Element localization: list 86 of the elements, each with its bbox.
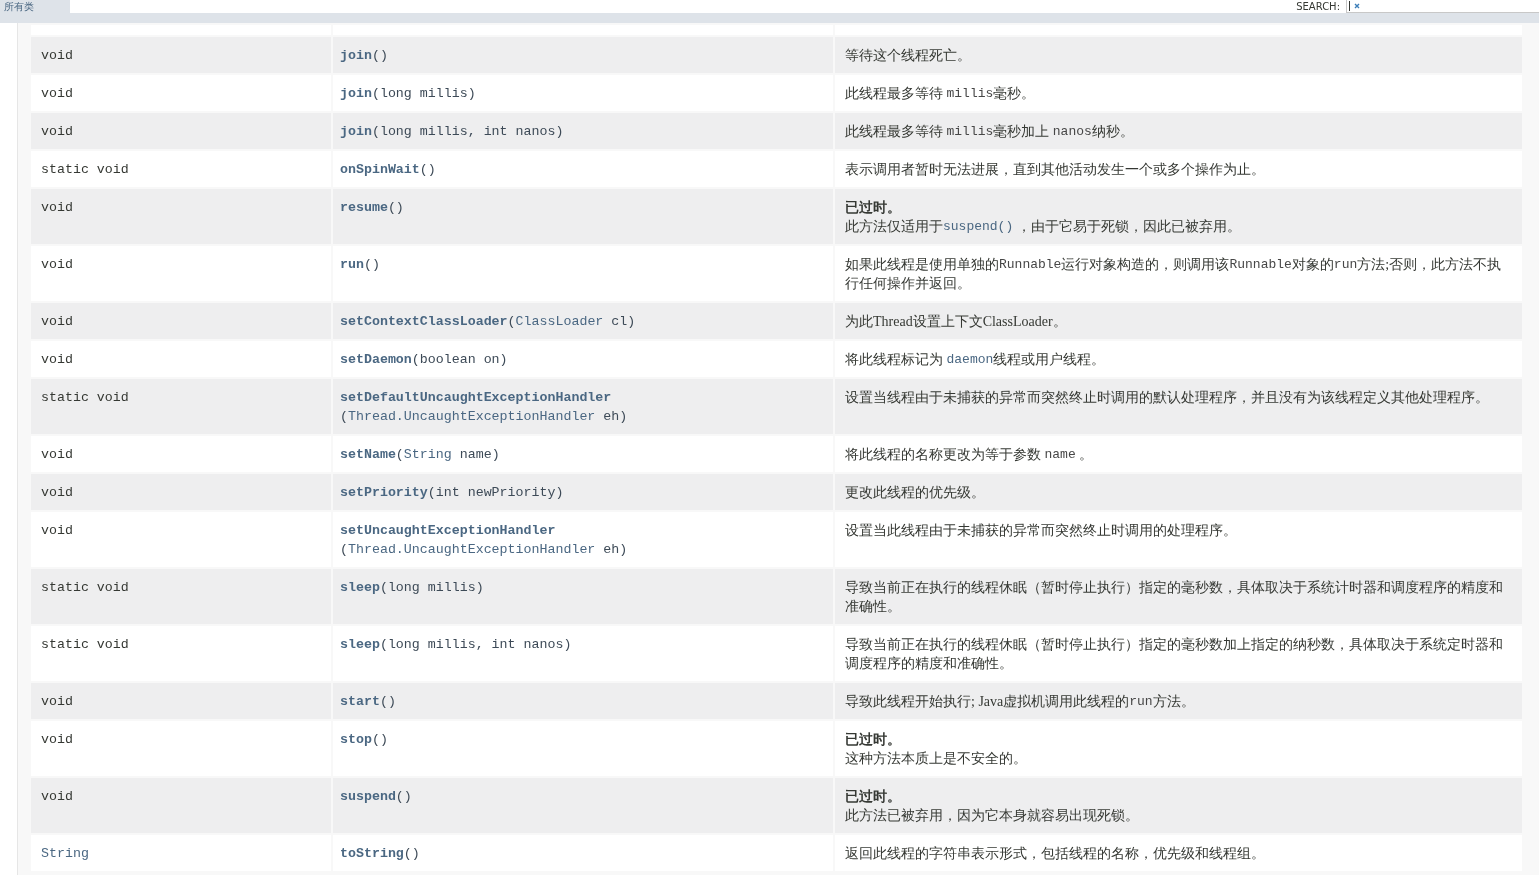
method-description: 更改此线程的优先级。 [845, 484, 986, 502]
method-description: 将此线程的名称更改为等于参数 name 。 [845, 446, 1095, 464]
deprecated-label: 已过时。 [845, 731, 902, 749]
description-link[interactable]: daemon [946, 352, 994, 367]
return-type: void [41, 200, 73, 215]
method-description: 导致此线程开始执行; Java虚拟机调用此线程的 run方法。 [845, 693, 1196, 711]
method-link[interactable]: suspend [340, 789, 396, 804]
method-description: 导致当前正在执行的线程休眠（暂时停止执行）指定的毫秒数，具体取决于系统计时器和调度程序的精度和准确性。 [845, 579, 1504, 616]
return-type: void [41, 86, 73, 101]
method-description: 此方法已被弃用，因为它本身就容易出现死锁。 [845, 807, 1140, 825]
method-link[interactable]: onSpinWait [340, 162, 420, 177]
return-type: void [41, 732, 73, 747]
method-description: 此线程最多等待 millis毫秒。 [845, 85, 1037, 103]
method-link[interactable]: toString [340, 846, 404, 861]
method-parameters: (String name) [395, 446, 500, 464]
method-parameters: (long millis, int nanos) [379, 636, 572, 654]
method-parameters: (long millis) [371, 85, 476, 103]
method-link[interactable]: setDefaultUncaughtExceptionHandler [340, 390, 612, 405]
return-type-link[interactable]: String [41, 846, 89, 861]
method-parameters: (long millis) [379, 579, 484, 597]
method-parameters: () [419, 161, 436, 179]
return-type: void [41, 447, 73, 462]
type-link[interactable]: String [403, 447, 452, 462]
method-description: 表示调用者暂时无法进展，直到其他活动发生一个或多个操作为止。 [845, 161, 1266, 179]
return-type: void [41, 124, 73, 139]
return-type: void [41, 523, 73, 538]
deprecated-label: 已过时。 [845, 199, 902, 217]
type-link[interactable]: Thread.UncaughtExceptionHandler [348, 409, 596, 424]
method-parameters: (ClassLoader cl) [507, 313, 636, 331]
return-type: static void [41, 580, 129, 595]
type-link[interactable]: Thread.UncaughtExceptionHandler [348, 542, 596, 557]
return-type: static void [41, 390, 129, 405]
method-parameters: () [371, 47, 388, 65]
method-parameters: () [395, 788, 412, 806]
method-description: 设置当此线程由于未捕获的异常而突然终止时调用的处理程序。 [845, 522, 1238, 540]
search-field[interactable] [1346, 0, 1539, 13]
method-description: 此线程最多等待 millis毫秒加上 nanos纳秒。 [845, 123, 1135, 141]
method-parameters: (Thread.UncaughtExceptionHandler eh) [340, 541, 628, 559]
method-parameters: (int newPriority) [427, 484, 564, 502]
return-type: static void [41, 162, 129, 177]
return-type: void [41, 314, 73, 329]
method-link[interactable]: join [340, 48, 372, 63]
method-link[interactable]: join [340, 86, 372, 101]
text-caret [1349, 1, 1350, 11]
clear-icon[interactable] [1354, 3, 1360, 9]
method-link[interactable]: setContextClassLoader [340, 314, 508, 329]
return-type: static void [41, 637, 129, 652]
method-description: 导致当前正在执行的线程休眠（暂时停止执行）指定的毫秒数加上指定的纳秒数，具体取决于系统定时器和调度程序的精度和准确性。 [845, 636, 1504, 673]
method-parameters: () [403, 845, 420, 863]
method-description: 将此线程标记为 daemon线程或用户线程。 [845, 351, 1107, 369]
method-parameters: () [387, 199, 404, 217]
method-description: 此方法仅适用于suspend() ，由于它易于死锁，因此已被弃用。 [845, 218, 1242, 236]
method-description: 这种方法本质上是不安全的。 [845, 750, 1028, 768]
return-type: void [41, 694, 73, 709]
method-description: 设置当线程由于未捕获的异常而突然终止时调用的默认处理程序，并且没有为该线程定义其他处理程序。 [845, 389, 1490, 407]
method-description: 为此Thread设置上下文ClassLoader。 [845, 313, 1068, 331]
return-type: void [41, 352, 73, 367]
return-type: void [41, 48, 73, 63]
method-parameters: () [363, 256, 380, 274]
description-link[interactable]: suspend() [943, 219, 1014, 234]
method-description: 等待这个线程死亡。 [845, 47, 972, 65]
return-type: void [41, 789, 73, 804]
type-link[interactable]: ClassLoader [515, 314, 604, 329]
method-parameters: () [371, 731, 388, 749]
method-link[interactable]: join [340, 124, 372, 139]
method-link[interactable]: sleep [340, 637, 380, 652]
deprecated-label: 已过时。 [845, 788, 902, 806]
method-description: 返回此线程的字符串表示形式，包括线程的名称，优先级和线程组。 [845, 845, 1266, 863]
method-parameters: (long millis, int nanos) [371, 123, 564, 141]
method-parameters: (boolean on) [411, 351, 508, 369]
all-classes-link[interactable]: 所有类 [0, 0, 70, 13]
method-parameters: (Thread.UncaughtExceptionHandler eh) [340, 408, 628, 426]
method-link[interactable]: setPriority [340, 485, 428, 500]
method-description: 如果此线程是使用单独的Runnable运行对象构造的，则调用该Runnable对象的run方法;否则，此方法不执行任何操作并返回。 [845, 256, 1503, 293]
search-label: SEARCH: [1296, 0, 1340, 13]
method-link[interactable]: resume [340, 200, 388, 215]
method-parameters: () [379, 693, 396, 711]
method-link[interactable]: setDaemon [340, 352, 412, 367]
method-link[interactable]: sleep [340, 580, 380, 595]
method-link[interactable]: setName [340, 447, 396, 462]
method-link[interactable]: run [340, 257, 364, 272]
method-link[interactable]: setUncaughtExceptionHandler [340, 523, 556, 538]
return-type: void [41, 485, 73, 500]
method-link[interactable]: start [340, 694, 380, 709]
return-type: void [41, 257, 73, 272]
method-link[interactable]: stop [340, 732, 372, 747]
